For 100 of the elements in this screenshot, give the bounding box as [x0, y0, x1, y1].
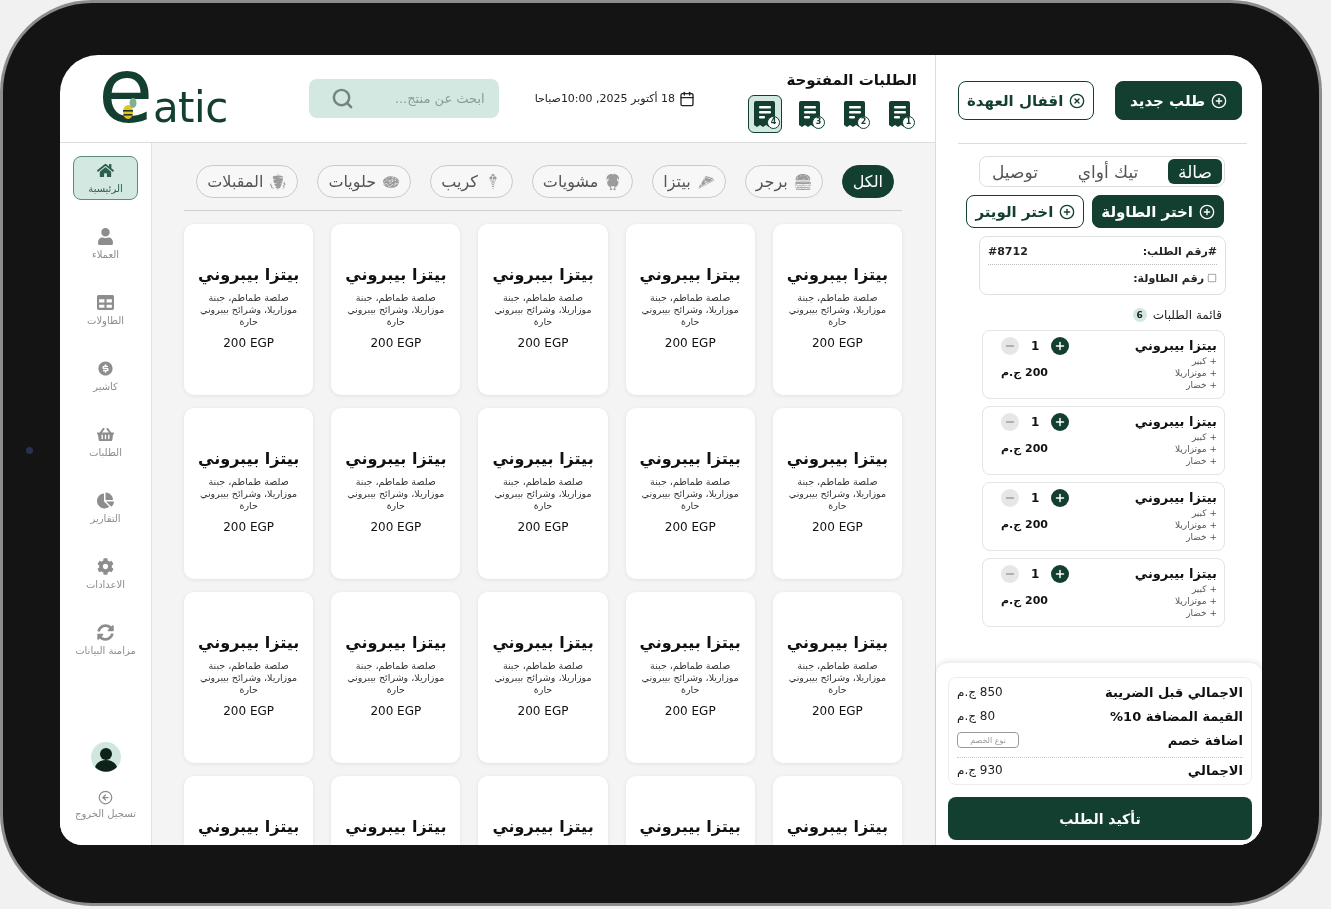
modifier-text: + موتزاريلا [1174, 443, 1217, 455]
logo[interactable]: eatic [98, 55, 228, 136]
increase-button[interactable] [1051, 337, 1070, 355]
order-item-name: بيتزا بيبروني [1134, 489, 1217, 507]
table-number-label: رقم الطاولة: [1133, 271, 1204, 285]
refresh-icon [97, 624, 114, 641]
picker-button[interactable]: اختر الويتر [966, 195, 1085, 228]
modifier-text: + كبير [1191, 507, 1217, 519]
product-price: 200 EGP [517, 336, 569, 350]
product-price: 200 EGP [370, 704, 422, 718]
increase-button[interactable] [1051, 413, 1070, 431]
category-chip[interactable]: مشويات [531, 165, 634, 198]
order-number-value: #8712 [988, 244, 1028, 258]
quantity-value: 1 [1031, 567, 1040, 581]
nav-item[interactable]: الاعدادات [73, 552, 138, 596]
product-description: صلصة طماطم، جبنة موزاريلا، وشرائح بيبروني حارة [493, 292, 593, 328]
category-chip[interactable]: بيتزا [652, 165, 726, 198]
open-orders-title: الطلبات المفتوحة [786, 70, 917, 89]
product-description: صلصة طماطم، جبنة موزاريلا، وشرائح بيبروني حارة [199, 292, 299, 328]
product-name: بيتزا بيبروني [639, 448, 741, 470]
product-name: بيتزا بيبروني [345, 448, 447, 470]
total-value: 930 ج.م [957, 763, 1003, 777]
receipt-icon [799, 100, 821, 127]
product-price: 200 EGP [812, 520, 863, 534]
increase-button[interactable] [1051, 565, 1070, 583]
product-price: 200 EGP [370, 520, 422, 534]
nav-item[interactable]: الرئيسية [73, 156, 138, 200]
open-order-tab[interactable]: 4 [748, 94, 782, 133]
dashed-square-icon [1207, 273, 1217, 283]
order-item-name: بيتزا بيبروني [1134, 413, 1217, 431]
product-name: بيتزا بيبروني [786, 448, 889, 470]
product-name: بيتزا بيبروني [345, 632, 447, 654]
order-count-badge: 6 [1132, 308, 1147, 322]
category-chip[interactable]: حلويات [317, 165, 412, 198]
product-card[interactable]: بيتزا بيبروني [625, 776, 755, 845]
modifier-text: + خضار [1186, 607, 1217, 619]
modifier-text: + كبير [1191, 431, 1217, 443]
search-icon [330, 87, 354, 110]
category-chip[interactable]: كريب [430, 165, 513, 198]
product-price: 200 EGP [517, 704, 569, 718]
picker-button[interactable]: اختر الطاولة [1092, 195, 1224, 228]
plus-icon [1054, 568, 1067, 580]
search-field[interactable]: ابحث عن منتج... [308, 79, 499, 118]
order-type-tab[interactable]: توصيل [982, 159, 1048, 184]
order-list-title: قائمة الطلبات [1152, 308, 1222, 322]
modifier-text: + موتزاريلا [1174, 367, 1217, 379]
total-label: الاجمالي [1187, 762, 1243, 778]
product-description: صلصة طماطم، جبنة موزاريلا، وشرائح بيبروني حارة [640, 476, 740, 512]
product-name: بيتزا بيبروني [786, 816, 889, 838]
order-type-switch[interactable]: صالة تيك أواي توصيل [979, 156, 1225, 187]
product-name: بيتزا بيبروني [492, 816, 594, 838]
category-chip[interactable]: المقبلات [196, 165, 299, 198]
avatar-icon[interactable] [90, 742, 121, 772]
summary-label: القيمة المضافة 10% [1110, 708, 1243, 724]
product-name: بيتزا بيبروني [639, 632, 741, 654]
product-card[interactable]: بيتزا بيبروني [478, 776, 608, 845]
order-type-tab[interactable]: صالة [1168, 159, 1222, 184]
product-description: صلصة طماطم، جبنة موزاريلا، وشرائح بيبروني حارة [787, 660, 887, 696]
summary-value: 80 ج.م [957, 709, 996, 723]
calendar-icon [679, 90, 695, 107]
quantity-value: 1 [1031, 491, 1040, 505]
product-price: 200 EGP [812, 704, 863, 718]
order-type-tab[interactable]: تيك أواي [1067, 159, 1149, 184]
order-action-button[interactable]: اقفال العهدة [958, 81, 1095, 120]
summary-value: 850 ج.م [957, 685, 1003, 699]
nav-item[interactable]: مزامنة البيانات [71, 618, 140, 662]
modifier-text: + موتزاريلا [1174, 595, 1217, 607]
product-description: صلصة طماطم، جبنة موزاريلا، وشرائح بيبروني حارة [346, 476, 446, 512]
product-name: بيتزا بيبروني [345, 816, 447, 838]
product-card[interactable]: بيتزا بيبروني [772, 776, 902, 845]
product-card[interactable]: بيتزا بيبروني [331, 776, 461, 845]
product-name: بيتزا بيبروني [639, 816, 741, 838]
nav-item[interactable]: كاشير [73, 354, 138, 398]
product-price: 200 EGP [812, 336, 863, 350]
open-order-tab[interactable]: 1 [883, 94, 917, 133]
logout-button[interactable]: تسجيل الخروج [75, 790, 136, 819]
increase-button[interactable] [1051, 489, 1070, 507]
nav-item[interactable]: الطاولات [73, 288, 138, 332]
product-price: 200 EGP [223, 704, 275, 718]
product-price: 200 EGP [370, 336, 422, 350]
nav-item[interactable]: التقارير [73, 486, 138, 530]
order-item-price: 200 ج.م [1001, 518, 1048, 531]
product-description: صلصة طماطم، جبنة موزاريلا، وشرائح بيبروني حارة [787, 476, 887, 512]
category-chip[interactable]: الكل [841, 165, 894, 198]
product-description: صلصة طماطم، جبنة موزاريلا، وشرائح بيبروني حارة [640, 660, 740, 696]
product-card[interactable]: بيتزا بيبروني [184, 776, 314, 845]
product-description: صلصة طماطم، جبنة موزاريلا، وشرائح بيبروني حارة [199, 476, 299, 512]
basket-icon [97, 426, 114, 443]
modifier-text: + كبير [1191, 583, 1217, 595]
order-item-price: 200 ج.م [1001, 442, 1048, 455]
confirm-order-button[interactable]: تأكيد الطلب [948, 797, 1252, 840]
order-action-button[interactable]: طلب جديد [1115, 81, 1242, 120]
product-name: بيتزا بيبروني [492, 448, 594, 470]
modifier-text: + كبير [1191, 355, 1217, 367]
open-order-tab[interactable]: 3 [793, 94, 827, 133]
order-item-name: بيتزا بيبروني [1134, 565, 1217, 583]
category-chip[interactable]: برجر [744, 165, 823, 198]
open-order-tab[interactable]: 2 [838, 94, 872, 133]
plus-circle-icon [1059, 203, 1076, 220]
quantity-value: 1 [1031, 339, 1040, 353]
